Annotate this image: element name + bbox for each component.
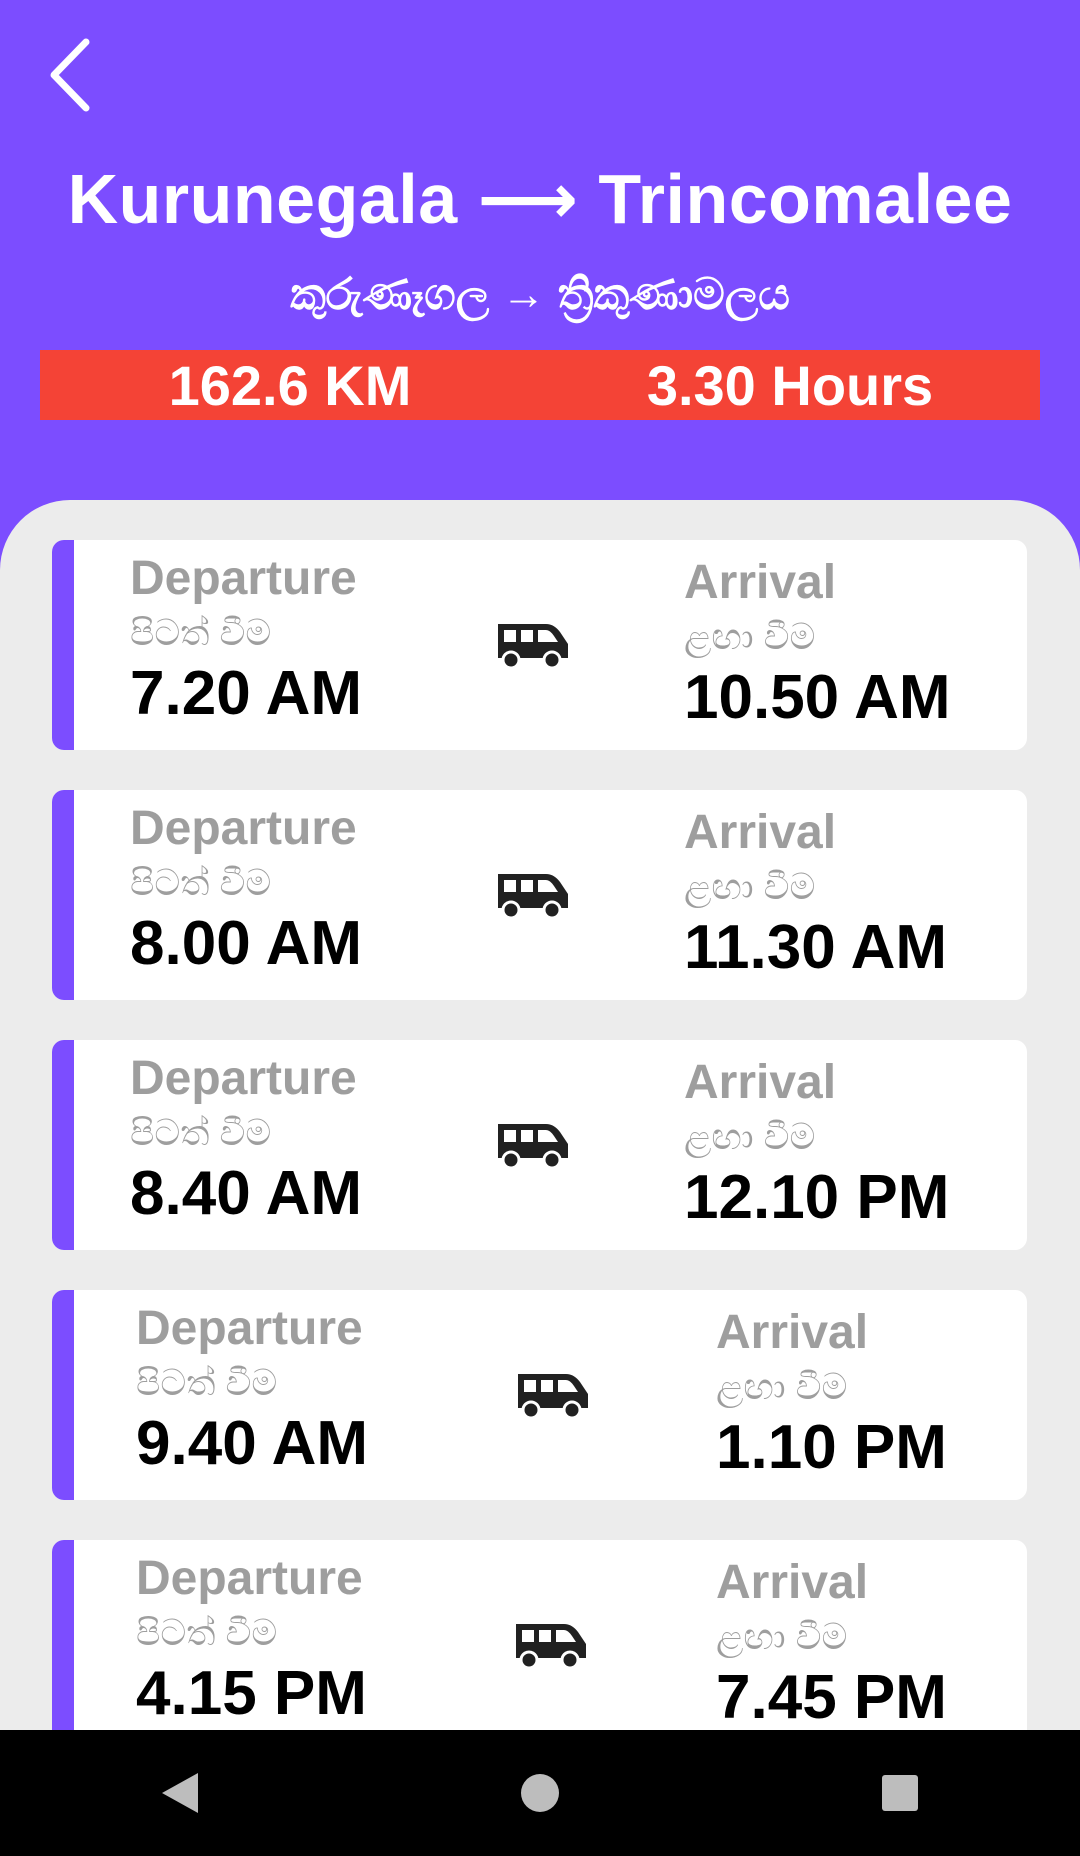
route-title: Kurunegala ⟶ Trincomalee	[67, 160, 1013, 238]
card-accent	[52, 1290, 74, 1500]
header: Kurunegala ⟶ Trincomalee කුරුණෑගල → ත්‍ර…	[0, 0, 1080, 540]
nav-back-button[interactable]	[140, 1753, 220, 1833]
departure-label-sinhala: පිටත් වීම	[130, 862, 272, 903]
departure-block: Departure පිටත් වීම 4.15 PM	[136, 1550, 367, 1730]
departure-block: Departure පිටත් වීම 7.20 AM	[130, 550, 362, 730]
departure-label: Departure	[130, 802, 357, 855]
departure-time: 9.40 AM	[136, 1409, 369, 1478]
departure-time: 8.40 AM	[130, 1159, 363, 1228]
distance-value: 162.6 KM	[168, 353, 412, 417]
departure-block: Departure පිටත් වීම 8.00 AM	[130, 800, 362, 980]
schedule-card[interactable]: Departure පිටත් වීම 4.15 PM Arrival ළඟා …	[52, 1540, 1027, 1730]
departure-label-sinhala: පිටත් වීම	[130, 1112, 272, 1153]
triangle-back-icon	[162, 1773, 198, 1813]
bus-icon	[518, 1374, 588, 1420]
departure-time: 7.20 AM	[130, 659, 363, 728]
departure-time: 8.00 AM	[130, 909, 363, 978]
schedule-card[interactable]: Departure පිටත් වීම 9.40 AM Arrival ළඟා …	[52, 1290, 1027, 1500]
schedule-card[interactable]: Departure පිටත් වීම 8.00 AM Arrival ළඟා …	[52, 790, 1027, 1000]
arrival-time: 1.10 PM	[716, 1413, 947, 1482]
schedule-list[interactable]: Departure පිටත් වීම 7.20 AM Arrival ළඟා …	[0, 500, 1080, 1730]
route-stats-bar: 162.6 KM 3.30 Hours	[40, 350, 1040, 420]
arrival-block: Arrival ළඟා වීම 11.30 AM	[684, 804, 947, 984]
arrival-block: Arrival ළඟා වීම 10.50 AM	[684, 554, 951, 734]
card-accent	[52, 540, 74, 750]
arrival-time: 11.30 AM	[684, 913, 948, 982]
departure-label: Departure	[130, 1052, 357, 1105]
departure-label: Departure	[136, 1302, 363, 1355]
chevron-left-icon	[50, 38, 90, 112]
arrival-time: 10.50 AM	[684, 663, 951, 732]
bus-icon	[498, 1124, 568, 1170]
schedule-card[interactable]: Departure පිටත් වීම 8.40 AM Arrival ළඟා …	[52, 1040, 1027, 1250]
arrival-time: 7.45 PM	[716, 1663, 947, 1730]
departure-time: 4.15 PM	[136, 1659, 367, 1728]
departure-block: Departure පිටත් වීම 9.40 AM	[136, 1300, 368, 1480]
circle-home-icon	[521, 1774, 559, 1812]
departure-label: Departure	[136, 1552, 363, 1605]
departure-block: Departure පිටත් වීම 8.40 AM	[130, 1050, 362, 1230]
card-accent	[52, 790, 74, 1000]
duration-value: 3.30 Hours	[646, 353, 934, 417]
nav-recents-button[interactable]	[860, 1753, 940, 1833]
arrival-label-sinhala: ළඟා වීම	[684, 1116, 816, 1157]
schedule-card[interactable]: Departure පිටත් වීම 7.20 AM Arrival ළඟා …	[52, 540, 1027, 750]
arrival-block: Arrival ළඟා වීම 12.10 PM	[684, 1054, 949, 1234]
system-navigation-bar	[0, 1730, 1080, 1856]
arrival-label-sinhala: ළඟා වීම	[716, 1366, 848, 1407]
card-accent	[52, 1040, 74, 1250]
arrival-label: Arrival	[684, 806, 837, 859]
arrival-label-sinhala: ළඟා වීම	[684, 866, 816, 907]
arrival-label: Arrival	[684, 556, 837, 609]
arrival-label-sinhala: ළඟා වීම	[716, 1616, 848, 1657]
arrival-time: 12.10 PM	[684, 1163, 950, 1232]
departure-label-sinhala: පිටත් වීම	[136, 1362, 278, 1403]
nav-home-button[interactable]	[500, 1753, 580, 1833]
arrival-label: Arrival	[716, 1306, 869, 1359]
card-accent	[52, 1540, 74, 1730]
bus-icon	[498, 874, 568, 920]
departure-label: Departure	[130, 552, 357, 605]
back-button[interactable]	[40, 30, 110, 120]
bus-icon	[516, 1624, 586, 1670]
departure-label-sinhala: පිටත් වීම	[130, 612, 272, 653]
departure-label-sinhala: පිටත් වීම	[136, 1612, 278, 1653]
arrival-block: Arrival ළඟා වීම 1.10 PM	[716, 1304, 947, 1484]
arrival-label: Arrival	[716, 1556, 869, 1609]
route-subtitle-sinhala: කුරුණෑගල → ත්‍රිකුණාමලය	[290, 270, 790, 319]
arrival-block: Arrival ළඟා වීම 7.45 PM	[716, 1554, 947, 1730]
arrival-label: Arrival	[684, 1056, 837, 1109]
arrival-label-sinhala: ළඟා වීම	[684, 616, 816, 657]
bus-icon	[498, 624, 568, 670]
square-recents-icon	[882, 1775, 918, 1811]
